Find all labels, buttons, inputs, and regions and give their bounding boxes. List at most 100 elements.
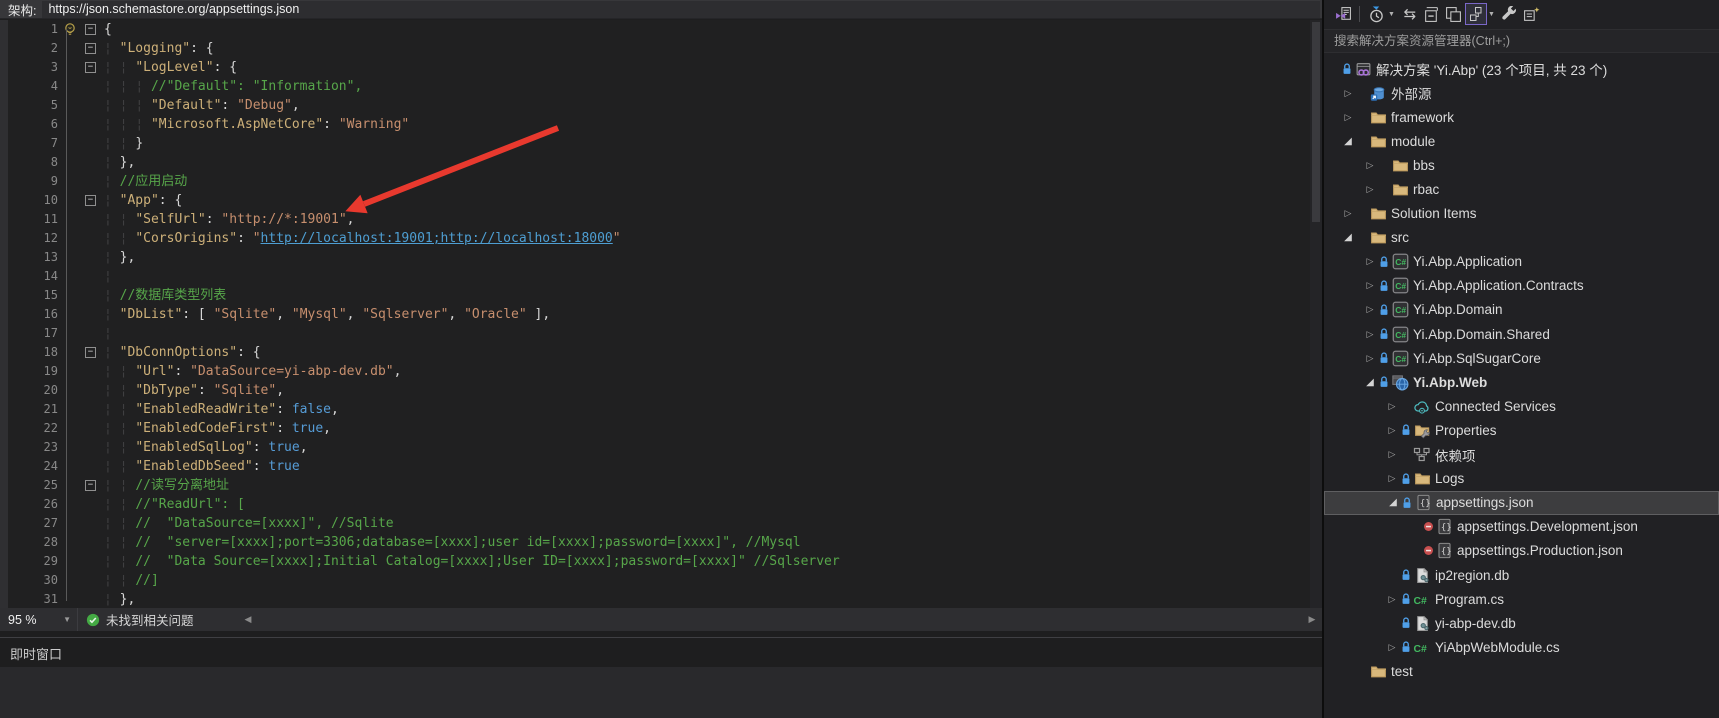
expander-collapsed-icon[interactable]: ▷ bbox=[1385, 425, 1399, 436]
code-line[interactable]: 30¦ ¦ //] bbox=[8, 571, 1308, 590]
code-line[interactable]: 13¦ }, bbox=[8, 248, 1308, 267]
tree-item-yi.abp.application[interactable]: ▷C#Yi.Abp.Application bbox=[1324, 250, 1719, 274]
fold-marker[interactable]: − bbox=[85, 347, 96, 358]
fold-marker[interactable]: − bbox=[85, 195, 96, 206]
scroll-left-icon[interactable]: ◀ bbox=[240, 608, 256, 631]
tree-item-yi-abp-dev.db[interactable]: yi-abp-dev.db bbox=[1324, 611, 1719, 635]
breakpoint-margin[interactable] bbox=[0, 20, 8, 608]
show-all-files-icon[interactable] bbox=[1443, 3, 1465, 25]
expander-collapsed-icon[interactable]: ▷ bbox=[1385, 473, 1399, 484]
expander-expanded-icon[interactable]: ◢ bbox=[1341, 136, 1355, 147]
tree-item-framework[interactable]: ▷framework bbox=[1324, 105, 1719, 129]
tree-item-program.cs[interactable]: ▷C#Program.cs bbox=[1324, 587, 1719, 611]
tree-item-yi.abp.sqlsugarcore[interactable]: ▷C#Yi.Abp.SqlSugarCore bbox=[1324, 346, 1719, 370]
code-line[interactable]: 10−¦ "App": { bbox=[8, 191, 1308, 210]
horizontal-scrollbar[interactable]: ◀ ▶ bbox=[240, 608, 1322, 631]
expander-expanded-icon[interactable]: ◢ bbox=[1341, 232, 1355, 243]
code-line[interactable]: 18−¦ "DbConnOptions": { bbox=[8, 343, 1308, 362]
code-line[interactable]: 8¦ }, bbox=[8, 153, 1308, 172]
tree-item-appsettings.production.json[interactable]: {}appsettings.Production.json bbox=[1324, 539, 1719, 563]
code-line[interactable]: 23¦ ¦ "EnabledSqlLog": true, bbox=[8, 438, 1308, 457]
code-line[interactable]: 12¦ ¦ "CorsOrigins": "http://localhost:1… bbox=[8, 229, 1308, 248]
code-lines[interactable]: 1−{2−¦ "Logging": {3−¦ ¦ "LogLevel": {4¦… bbox=[8, 20, 1308, 609]
solution-explorer-search-input[interactable]: 搜索解决方案资源管理器(Ctrl+;) bbox=[1324, 29, 1719, 53]
expander-collapsed-icon[interactable]: ▷ bbox=[1363, 304, 1377, 315]
fold-marker[interactable]: − bbox=[85, 43, 96, 54]
tree-item-src[interactable]: ◢src bbox=[1324, 226, 1719, 250]
code-line[interactable]: 3−¦ ¦ "LogLevel": { bbox=[8, 58, 1308, 77]
properties-wrench-icon[interactable] bbox=[1499, 3, 1521, 25]
code-line[interactable]: 24¦ ¦ "EnabledDbSeed": true bbox=[8, 457, 1308, 476]
expander-collapsed-icon[interactable]: ▷ bbox=[1385, 401, 1399, 412]
code-line[interactable]: 28¦ ¦ // "server=[xxxx];port=3306;databa… bbox=[8, 533, 1308, 552]
code-line[interactable]: 6¦ ¦ ¦ "Microsoft.AspNetCore": "Warning" bbox=[8, 115, 1308, 134]
tree-item-bbs[interactable]: ▷bbs bbox=[1324, 153, 1719, 177]
code-line[interactable]: 16¦ "DbList": [ "Sqlite", "Mysql", "Sqls… bbox=[8, 305, 1308, 324]
expander-collapsed-icon[interactable]: ▷ bbox=[1341, 112, 1355, 123]
code-editor[interactable]: 1−{2−¦ "Logging": {3−¦ ¦ "LogLevel": {4¦… bbox=[0, 20, 1322, 608]
code-line[interactable]: 21¦ ¦ "EnabledReadWrite": false, bbox=[8, 400, 1308, 419]
code-line[interactable]: 26¦ ¦ //"ReadUrl": [ bbox=[8, 495, 1308, 514]
code-line[interactable]: 29¦ ¦ // "Data Source=[xxxx];Initial Cat… bbox=[8, 552, 1308, 571]
code-line[interactable]: 22¦ ¦ "EnabledCodeFirst": true, bbox=[8, 419, 1308, 438]
expander-collapsed-icon[interactable]: ▷ bbox=[1363, 160, 1377, 171]
expander-expanded-icon[interactable]: ◢ bbox=[1363, 377, 1377, 388]
code-line[interactable]: 4¦ ¦ ¦ //"Default": "Information", bbox=[8, 77, 1308, 96]
tree-item-yi.abp.web[interactable]: ◢Yi.Abp.Web bbox=[1324, 370, 1719, 394]
fold-marker[interactable]: − bbox=[85, 62, 96, 73]
view-scope-selector-icon[interactable] bbox=[1465, 3, 1487, 25]
fold-marker[interactable]: − bbox=[85, 480, 96, 491]
expander-collapsed-icon[interactable]: ▷ bbox=[1385, 594, 1399, 605]
tree-item-ip2region.db[interactable]: ip2region.db bbox=[1324, 563, 1719, 587]
code-line[interactable]: 31¦ }, bbox=[8, 590, 1308, 609]
code-line[interactable]: 5¦ ¦ ¦ "Default": "Debug", bbox=[8, 96, 1308, 115]
expander-collapsed-icon[interactable]: ▷ bbox=[1385, 642, 1399, 653]
tree-item-yi.abp.domain[interactable]: ▷C#Yi.Abp.Domain bbox=[1324, 298, 1719, 322]
code-line[interactable]: 19¦ ¦ "Url": "DataSource=yi-abp-dev.db", bbox=[8, 362, 1308, 381]
scroll-right-icon[interactable]: ▶ bbox=[1304, 608, 1320, 631]
code-line[interactable]: 11¦ ¦ "SelfUrl": "http://*:19001", bbox=[8, 210, 1308, 229]
code-line[interactable]: 7¦ ¦ } bbox=[8, 134, 1308, 153]
tree-item-yiabpwebmodule.cs[interactable]: ▷C#YiAbpWebModule.cs bbox=[1324, 635, 1719, 659]
expander-collapsed-icon[interactable]: ▷ bbox=[1363, 256, 1377, 267]
tree-item--[interactable]: ▷依赖项 bbox=[1324, 443, 1719, 467]
expander-collapsed-icon[interactable]: ▷ bbox=[1341, 208, 1355, 219]
fold-marker[interactable]: − bbox=[85, 24, 96, 35]
schema-url-combo[interactable]: https://json.schemastore.org/appsettings… bbox=[42, 1, 1320, 18]
tree-item-yi.abp.application.contracts[interactable]: ▷C#Yi.Abp.Application.Contracts bbox=[1324, 274, 1719, 298]
tree-item-logs[interactable]: ▷Logs bbox=[1324, 467, 1719, 491]
expander-collapsed-icon[interactable]: ▷ bbox=[1385, 449, 1399, 460]
code-line[interactable]: 27¦ ¦ // "DataSource=[xxxx]", //Sqlite bbox=[8, 514, 1308, 533]
code-line[interactable]: 1−{ bbox=[8, 20, 1308, 39]
collapse-all-icon[interactable] bbox=[1421, 3, 1443, 25]
lightbulb-icon[interactable] bbox=[62, 22, 78, 38]
zoom-level-selector[interactable]: 95 % ▼ bbox=[0, 608, 78, 631]
code-line[interactable]: 20¦ ¦ "DbType": "Sqlite", bbox=[8, 381, 1308, 400]
chevron-down-icon[interactable]: ▼ bbox=[1388, 11, 1395, 18]
tree-item-appsettings.json[interactable]: ◢{}appsettings.json bbox=[1324, 491, 1719, 515]
tree-item-connected-services[interactable]: ▷Connected Services bbox=[1324, 394, 1719, 418]
pending-changes-filter-icon[interactable] bbox=[1365, 3, 1387, 25]
tree-item-appsettings.development.json[interactable]: {}appsettings.Development.json bbox=[1324, 515, 1719, 539]
expander-collapsed-icon[interactable]: ▷ bbox=[1341, 88, 1355, 99]
expander-collapsed-icon[interactable]: ▷ bbox=[1363, 329, 1377, 340]
tree-item-properties[interactable]: ▷Properties bbox=[1324, 418, 1719, 442]
code-line[interactable]: 17¦ bbox=[8, 324, 1308, 343]
sync-with-active-document-icon[interactable]: ⇆ bbox=[1399, 3, 1421, 25]
chevron-down-icon[interactable]: ▼ bbox=[1488, 11, 1495, 18]
tree-item--yi.abp-23-23-[interactable]: 解决方案 'Yi.Abp' (23 个项目, 共 23 个) bbox=[1324, 57, 1719, 81]
tree-item--[interactable]: ▷外部源 bbox=[1324, 81, 1719, 105]
switch-views-icon[interactable] bbox=[1332, 3, 1354, 25]
tree-item-rbac[interactable]: ▷rbac bbox=[1324, 177, 1719, 201]
code-line[interactable]: 2−¦ "Logging": { bbox=[8, 39, 1308, 58]
expander-collapsed-icon[interactable]: ▷ bbox=[1363, 353, 1377, 364]
code-line[interactable]: 9¦ //应用启动 bbox=[8, 172, 1308, 191]
tree-item-test[interactable]: test bbox=[1324, 659, 1719, 683]
expander-collapsed-icon[interactable]: ▷ bbox=[1363, 184, 1377, 195]
code-line[interactable]: 25−¦ ¦ //读写分离地址 bbox=[8, 476, 1308, 495]
vertical-scrollbar[interactable] bbox=[1310, 20, 1322, 608]
tree-item-yi.abp.domain.shared[interactable]: ▷C#Yi.Abp.Domain.Shared bbox=[1324, 322, 1719, 346]
code-line[interactable]: 14¦ bbox=[8, 267, 1308, 286]
tree-item-solution-items[interactable]: ▷Solution Items bbox=[1324, 202, 1719, 226]
tree-item-module[interactable]: ◢module bbox=[1324, 129, 1719, 153]
